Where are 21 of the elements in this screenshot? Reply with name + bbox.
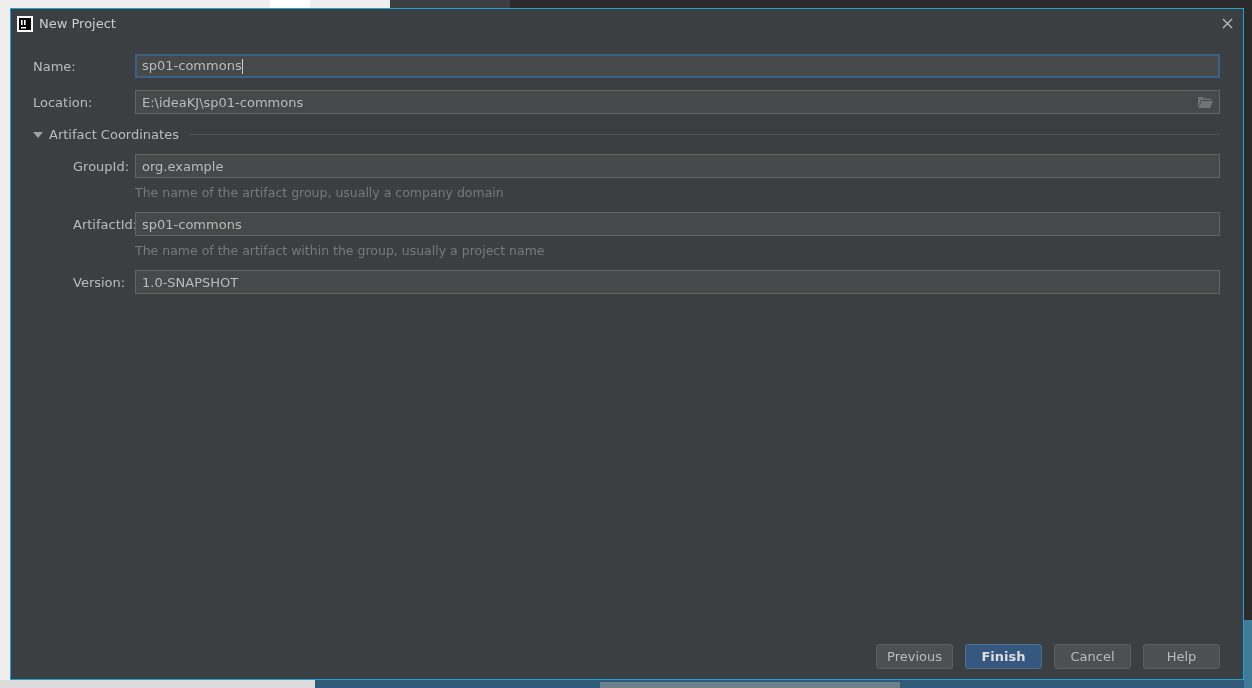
app-logo-icon	[17, 15, 33, 32]
input-field[interactable]: 1.0-SNAPSHOT	[135, 270, 1220, 294]
input-field[interactable]: org.example	[135, 154, 1220, 178]
field-hint: The name of the artifact within the group, usually a project name	[135, 243, 545, 258]
finish-button[interactable]: Finish	[965, 644, 1042, 669]
field-label: ArtifactId:	[73, 216, 135, 232]
dialog-button[interactable]: Cancel	[1054, 644, 1131, 669]
field-label: Name:	[33, 58, 77, 74]
path-field[interactable]: E:\ideaKJ\sp01-commons	[135, 90, 1220, 114]
field-label: Version:	[73, 274, 127, 290]
input-field[interactable]: sp01-commons	[135, 54, 1220, 78]
input-field[interactable]: sp01-commons	[135, 212, 1220, 236]
close-icon[interactable]	[1222, 18, 1233, 29]
field-hint: The name of the artifact group, usually a company domain	[135, 185, 504, 200]
collapse-triangle-icon[interactable]	[33, 130, 43, 139]
field-label: GroupId:	[73, 158, 131, 174]
dialog-button[interactable]: Previous	[876, 644, 953, 669]
window-title: New Project	[39, 16, 117, 31]
field-label: Location:	[33, 94, 94, 110]
section-title[interactable]: Artifact Coordinates	[49, 127, 179, 142]
dialog-button[interactable]: Help	[1143, 644, 1220, 669]
